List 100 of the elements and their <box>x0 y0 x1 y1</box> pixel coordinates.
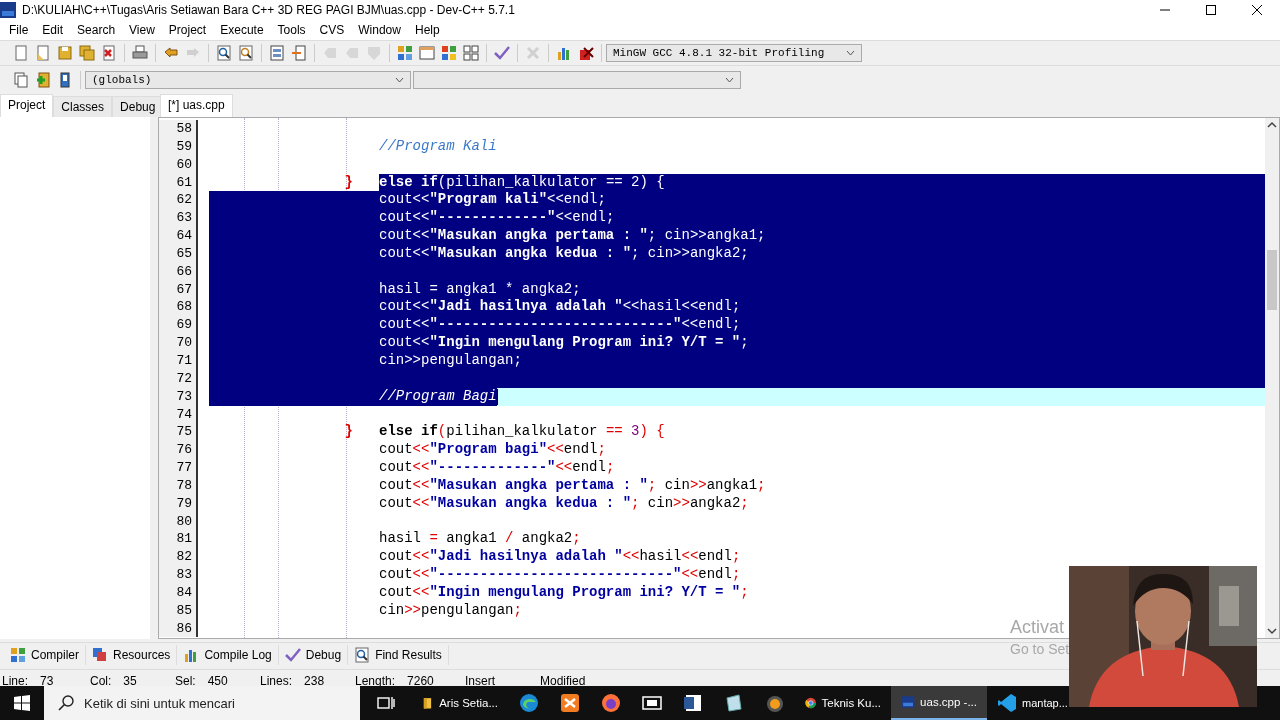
text-cursor <box>496 388 498 405</box>
page-lines-icon <box>269 45 285 61</box>
menu-item[interactable]: Help <box>407 21 447 39</box>
line-number: 76 <box>159 441 196 460</box>
layers-icon <box>92 647 108 663</box>
code-text: cout<<"Masukan angka kedua : "; cin>>angka2; <box>379 244 749 263</box>
status-value: 73 <box>40 674 54 688</box>
code-text: cout<<"Jadi hasilnya adalah "<<hasil<<endl; <box>379 548 741 567</box>
file-tab[interactable]: [*] uas.cpp <box>160 94 233 117</box>
menu-item[interactable]: CVS <box>312 21 352 39</box>
chevron-down-icon <box>395 77 404 83</box>
chevron-down-icon <box>846 50 855 56</box>
line-number: 58 <box>159 120 196 138</box>
grid-icon <box>463 45 479 61</box>
code-editor[interactable] <box>159 118 1265 638</box>
bar-chart-icon <box>556 45 572 61</box>
code-text: cout<<"-------------"<<endl; <box>379 209 615 228</box>
status-value: 450 <box>207 674 228 688</box>
tag-icon <box>322 45 338 61</box>
windows-logo-icon[interactable] <box>14 695 30 711</box>
code-text: cout<<"----------------------------"<<endl; <box>379 316 741 335</box>
code-text: cout<<"Ingin mengulang Program ini? Y/T = "; <box>379 334 749 352</box>
task-view-icon[interactable] <box>377 695 395 711</box>
film-icon <box>641 693 662 713</box>
search-icon <box>58 695 74 711</box>
scrollbar-thumb[interactable] <box>1267 250 1277 310</box>
menu-item[interactable]: Project <box>161 21 214 39</box>
menu-item[interactable]: View <box>122 21 162 39</box>
line-number: 68 <box>159 298 196 317</box>
check-icon <box>494 45 510 61</box>
code-text: cin>>pengulangan; <box>379 351 522 370</box>
browser-icon <box>518 693 539 713</box>
shield-icon <box>366 45 382 61</box>
activation-title: Activat <box>1010 616 1066 638</box>
open-file-icon <box>35 45 51 61</box>
menu-item[interactable]: Search <box>70 21 123 39</box>
panel-tab[interactable]: Compiler <box>4 645 86 665</box>
maximize-icon <box>1206 5 1216 15</box>
code-text: cout<<"Program bagi"<<endl; <box>379 441 606 460</box>
x-icon <box>525 45 541 61</box>
app-icon <box>0 2 16 18</box>
grid-icon <box>397 45 413 61</box>
add-icon <box>35 72 51 88</box>
code-text: cout<<"Masukan angka kedua : "; cin>>angka2; <box>379 494 749 513</box>
panel-tab[interactable]: Compile Log <box>177 645 279 665</box>
book-icon <box>57 72 73 88</box>
code-text: //Program Kali <box>379 137 497 156</box>
close-icon <box>1252 5 1262 15</box>
taskbar-app[interactable]: uas.cpp -... <box>891 686 987 720</box>
code-text: } <box>344 173 353 192</box>
code-text: cin>>pengulangan; <box>379 601 522 620</box>
taskbar-app[interactable]: mantap... <box>987 686 1068 720</box>
panel-tab[interactable]: Find Results <box>348 645 449 665</box>
fox-icon <box>600 693 621 713</box>
panel-tab[interactable]: Project <box>0 94 54 117</box>
scrollbar[interactable] <box>1265 118 1279 638</box>
line-number: 62 <box>159 191 196 210</box>
grid-icon <box>441 45 457 61</box>
panel-tab[interactable]: Debug <box>278 645 349 665</box>
compiler-dropdown[interactable]: MinGW GCC 4.8.1 32-bit Profiling <box>606 44 862 62</box>
activation-subtitle: Go to Set <box>1010 641 1070 657</box>
page-arrow-icon <box>291 45 307 61</box>
code-text: cout<<"-------------"<<endl; <box>379 459 615 477</box>
line-number: 82 <box>159 548 196 567</box>
menu-item[interactable]: Window <box>351 21 408 39</box>
scope-dropdown[interactable]: (globals) <box>85 71 411 89</box>
notepad-icon <box>723 693 744 713</box>
logo-icon <box>559 693 580 713</box>
code-text: hasil = angka1 / angka2; <box>379 530 581 549</box>
chart-delete-icon <box>578 45 594 61</box>
menu-item[interactable]: Edit <box>35 21 71 39</box>
status-value: Insert <box>465 674 495 688</box>
search-icon <box>354 647 371 663</box>
close-file-icon <box>101 45 117 61</box>
code-text: cout<<"Ingin mengulang Program ini? Y/T = "; <box>379 583 749 602</box>
code-text: else if(pilihan_kalkulator == 3) { <box>379 423 665 442</box>
fruit-icon <box>764 693 785 713</box>
grid-icon <box>10 647 26 663</box>
search-field[interactable]: Ketik di sini untuk mencari <box>44 686 360 720</box>
check-icon <box>284 647 301 663</box>
chevron-down-icon <box>725 77 734 83</box>
menu-item[interactable]: Execute <box>213 21 271 39</box>
panel-tab[interactable]: Classes <box>53 96 113 117</box>
menu-item[interactable]: Tools <box>270 21 313 39</box>
document-icon <box>682 693 703 713</box>
menu-item[interactable]: File <box>2 21 36 39</box>
window-title: D:\KULIAH\C++\Tugas\Aris Setiawan Bara C++ 3D REG PAGI BJM\uas.cpp - Dev-C++ 5.7.1 <box>21 3 516 17</box>
save-all-icon <box>79 45 95 61</box>
taskbar-app[interactable]: Aris Setia... <box>412 686 508 720</box>
pages-icon <box>13 72 29 88</box>
taskbar-app[interactable]: Teknis Ku... <box>795 686 891 720</box>
status-label: Lines: <box>260 674 293 688</box>
code-text: cout<<"Jadi hasilnya adalah "<<hasil<<endl; <box>379 298 741 317</box>
line-number: 70 <box>159 334 196 352</box>
code-text: cout<<"Masukan angka pertama : "; cin>>angka1; <box>379 227 766 245</box>
line-number: 81 <box>159 530 196 549</box>
search-icon <box>216 45 232 61</box>
panel-tab[interactable]: Resources <box>86 645 178 665</box>
status-value: 35 <box>123 674 137 688</box>
save-icon <box>57 45 73 61</box>
